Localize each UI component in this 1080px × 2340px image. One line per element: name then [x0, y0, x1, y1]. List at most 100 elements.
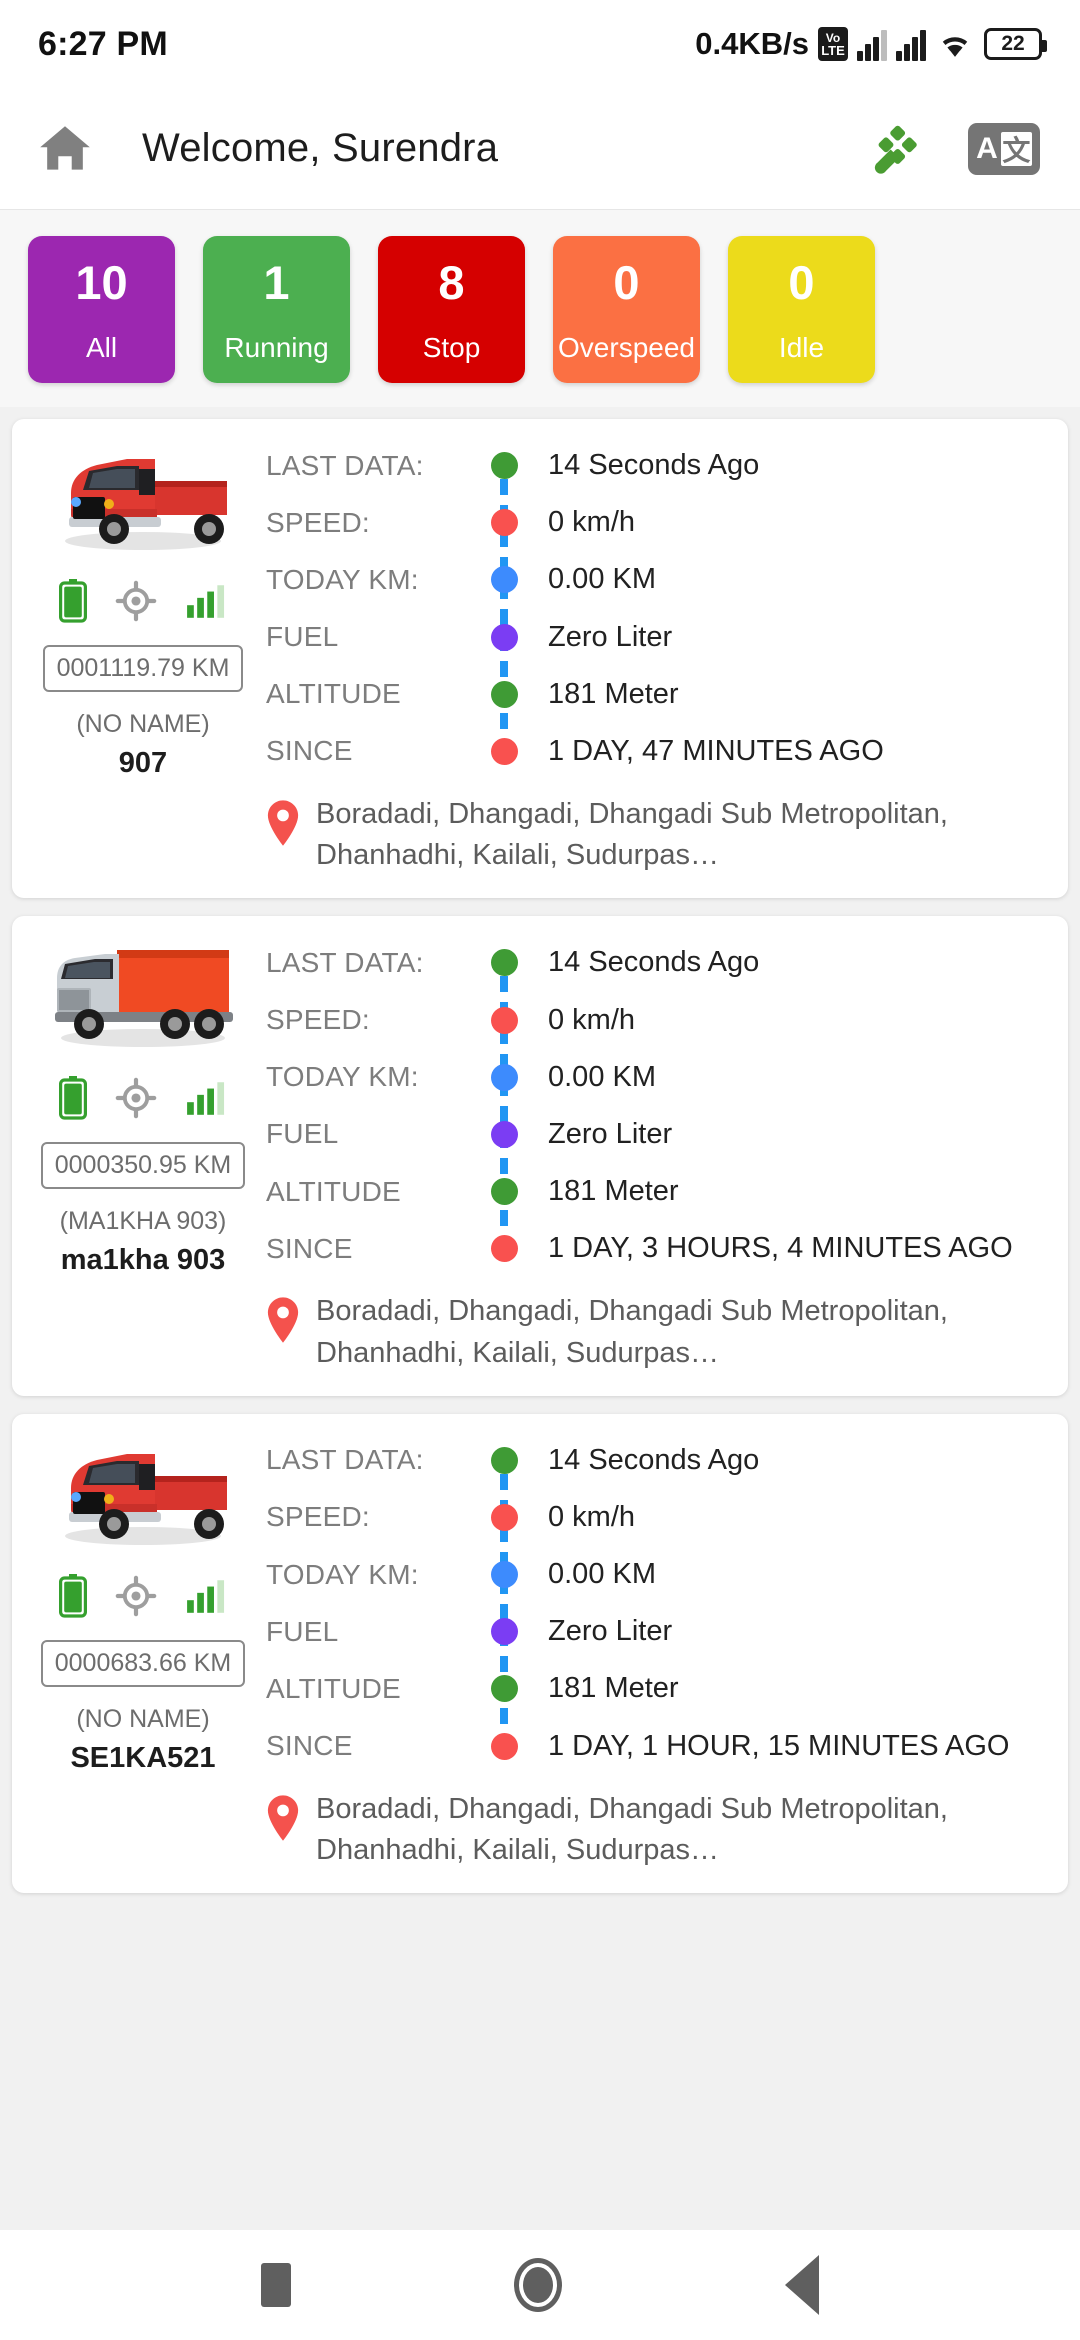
odometer-value: 0001119.79 KM [42, 645, 244, 692]
vehicle-alias: (MA1KHA 903) [59, 1207, 227, 1236]
vehicle-address: Boradadi, Dhangadi, Dhangadi Sub Metropo… [316, 798, 948, 872]
signal-icon [185, 1575, 227, 1617]
vehicle-address-row[interactable]: Boradadi, Dhangadi, Dhangadi Sub Metropo… [34, 1291, 1046, 1373]
vehicle-field-label: LAST DATA: [266, 946, 424, 978]
timeline-dot [490, 949, 518, 977]
volte-bottom-label: LTE [821, 42, 845, 58]
vehicle-address-row[interactable]: Boradadi, Dhangadi, Dhangadi Sub Metropo… [34, 794, 1046, 876]
vehicle-field-value: 181 Meter [548, 1175, 679, 1208]
vehicle-field-value: 1 DAY, 1 HOUR, 15 MINUTES AGO [548, 1729, 1010, 1762]
signal-icon [185, 1077, 227, 1119]
status-tile-running[interactable]: 1 Running [203, 236, 350, 383]
status-tile-count: 0 [613, 256, 640, 309]
vehicle-field-label: ALTITUDE [266, 1175, 401, 1207]
status-tile-count: 0 [788, 256, 815, 309]
vehicle-name: SE1KA521 [70, 1741, 216, 1774]
vehicle-field-value: 0.00 KM [548, 1060, 656, 1093]
home-icon[interactable] [34, 118, 96, 180]
vehicle-field-values: 14 Seconds Ago 0 km/h 0.00 KM Zero Liter 181… [532, 437, 1046, 780]
vehicle-image [43, 934, 243, 1054]
timeline-dot [490, 1006, 518, 1034]
vehicle-field-value: 14 Seconds Ago [548, 946, 760, 979]
vehicle-image [43, 437, 243, 557]
vehicle-field-values: 14 Seconds Ago 0 km/h 0.00 KM Zero Liter 181… [532, 934, 1046, 1277]
timeline-dot [490, 1561, 518, 1589]
vehicle-status-icons [59, 1573, 227, 1618]
status-tile-all[interactable]: 10 All [28, 236, 175, 383]
timeline-dot [490, 1446, 518, 1474]
vehicle-summary-column: 0001119.79 KM (NO NAME) 907 [34, 437, 252, 780]
vehicle-card-body: 0000350.95 KM (MA1KHA 903) ma1kha 903 LAST … [34, 934, 1046, 1277]
vehicle-field-label: ALTITUDE [266, 678, 401, 710]
vehicle-timeline [476, 934, 532, 1277]
app-bar-actions: A 文 [872, 121, 1040, 177]
translate-latin-glyph: A [976, 131, 998, 165]
vehicle-field-value: 0 km/h [548, 506, 636, 539]
timeline-dot [490, 1618, 518, 1646]
status-tile-count: 8 [438, 256, 465, 309]
vehicle-field-label: SPEED: [266, 1004, 370, 1036]
status-tile-label: Overspeed [558, 332, 695, 363]
vehicle-field-value: 1 DAY, 47 MINUTES AGO [548, 734, 884, 767]
timeline-dot [490, 680, 518, 708]
vehicle-field-labels: LAST DATA: SPEED: TODAY KM: FUEL ALTITUDE SIN… [266, 437, 476, 780]
status-tile-idle[interactable]: 0 Idle [728, 236, 875, 383]
timeline-dot [490, 1178, 518, 1206]
status-tile-label: Idle [778, 332, 825, 363]
battery-icon [59, 1076, 87, 1120]
status-tile-label: All [85, 332, 118, 363]
vehicle-image [43, 1432, 243, 1552]
app-screen: 6:27 PM 0.4KB/s Vo LTE 22 Welcome, Suren… [0, 0, 1080, 2340]
satellite-icon[interactable] [872, 121, 928, 177]
timeline-dot [490, 1732, 518, 1760]
timeline-dot [490, 1120, 518, 1148]
vehicle-field-value: 0 km/h [548, 1003, 636, 1036]
battery-icon: 22 [984, 28, 1047, 60]
page-title: Welcome, Surendra [142, 126, 499, 170]
vehicle-alias: (NO NAME) [76, 1704, 210, 1733]
vehicle-field-value: 0.00 KM [548, 563, 656, 596]
gps-icon [115, 1575, 157, 1617]
translate-icon[interactable]: A 文 [968, 122, 1040, 175]
vehicle-field-label: TODAY KM: [266, 563, 419, 595]
recents-square-icon[interactable] [261, 2263, 292, 2307]
vehicle-card[interactable]: 0001119.79 KM (NO NAME) 907 LAST DATA: SPEED… [12, 419, 1068, 899]
android-navigation-bar [0, 2230, 1080, 2340]
vehicle-field-values: 14 Seconds Ago 0 km/h 0.00 KM Zero Liter 181… [532, 1432, 1046, 1775]
home-circle-icon[interactable] [513, 2258, 562, 2312]
timeline-dot [490, 623, 518, 651]
vehicle-info-column: LAST DATA: SPEED: TODAY KM: FUEL ALTITUDE SIN… [252, 437, 1046, 780]
vehicle-field-label: SINCE [266, 1232, 353, 1264]
timeline-dot [490, 1235, 518, 1263]
wifi-icon [935, 28, 975, 61]
vehicle-address-row[interactable]: Boradadi, Dhangadi, Dhangadi Sub Metropo… [34, 1789, 1046, 1871]
timeline-dot [490, 1063, 518, 1091]
vehicle-field-value: Zero Liter [548, 1117, 673, 1150]
vehicle-card[interactable]: 0000350.95 KM (MA1KHA 903) ma1kha 903 LAST … [12, 916, 1068, 1396]
translate-cjk-glyph: 文 [1000, 131, 1032, 166]
vehicle-field-value: Zero Liter [548, 620, 673, 653]
status-tile-label: Running [224, 332, 329, 363]
vehicle-status-icons [59, 579, 227, 623]
cellular-signal-1-icon [857, 28, 887, 61]
back-triangle-icon[interactable] [784, 2255, 819, 2315]
vehicle-field-label: SPEED: [266, 506, 370, 538]
timeline-dot [490, 737, 518, 765]
vehicle-address: Boradadi, Dhangadi, Dhangadi Sub Metropo… [316, 1792, 948, 1866]
vehicle-card[interactable]: 0000683.66 KM (NO NAME) SE1KA521 LAST DATA:… [12, 1413, 1068, 1894]
status-tiles-strip[interactable]: 10 All 1 Running 8 Stop 0 Overspeed 0 Idle [0, 210, 1080, 407]
battery-icon [59, 1573, 87, 1618]
vehicle-list[interactable]: 0001119.79 KM (NO NAME) 907 LAST DATA: SPEED… [0, 407, 1080, 2230]
vehicle-field-value: 14 Seconds Ago [548, 449, 760, 482]
status-tile-stop[interactable]: 8 Stop [378, 236, 525, 383]
odometer-value: 0000350.95 KM [40, 1142, 246, 1190]
status-tiles: 10 All 1 Running 8 Stop 0 Overspeed 0 Idle [28, 236, 1080, 383]
vehicle-field-labels: LAST DATA: SPEED: TODAY KM: FUEL ALTITUDE SIN… [266, 1432, 476, 1775]
status-tile-label: Stop [422, 332, 481, 363]
vehicle-field-value: 181 Meter [548, 677, 679, 710]
volte-top-label: Vo [825, 30, 841, 45]
status-tile-overspeed[interactable]: 0 Overspeed [553, 236, 700, 383]
vehicle-field-value: 14 Seconds Ago [548, 1443, 760, 1476]
status-bar-indicators: 0.4KB/s Vo LTE 22 [695, 26, 1047, 62]
timeline-dot [490, 1503, 518, 1531]
